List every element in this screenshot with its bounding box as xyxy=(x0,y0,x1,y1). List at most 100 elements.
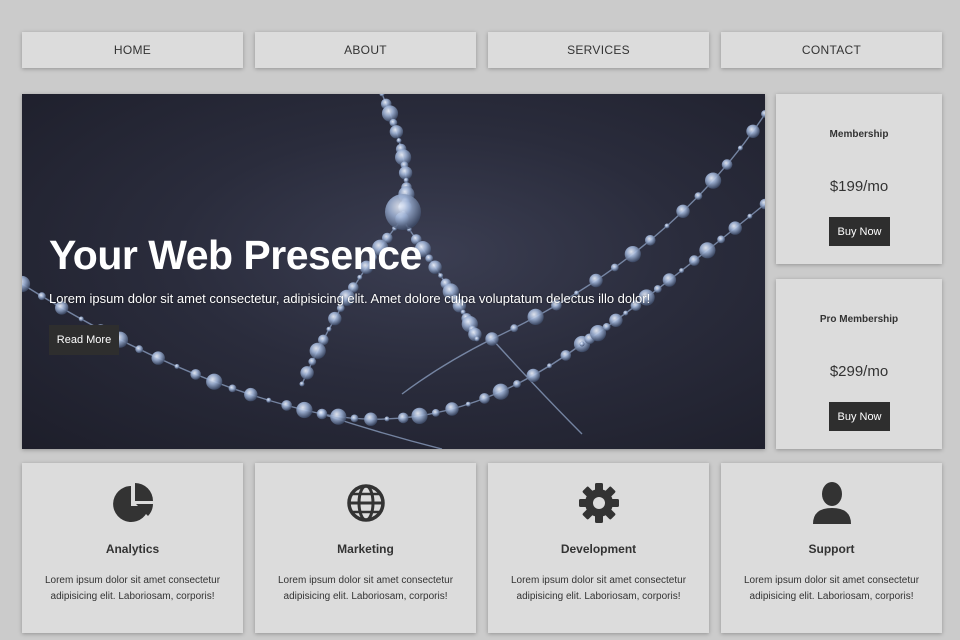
dewdrop xyxy=(78,316,84,322)
read-more-button[interactable]: Read More xyxy=(49,325,119,355)
dewdrop xyxy=(328,311,342,326)
dewdrop xyxy=(438,273,444,279)
feature-text: Lorem ipsum dolor sit amet consectetur a… xyxy=(44,575,221,602)
dewdrop xyxy=(309,342,326,359)
dewdrop xyxy=(300,366,314,380)
dewdrop xyxy=(425,254,434,263)
dewdrop xyxy=(653,285,662,293)
dewdrop xyxy=(761,110,765,118)
hero-text: Lorem ipsum dolor sit amet consectetur, … xyxy=(49,291,651,306)
pricing-title: Pro Membership xyxy=(819,314,899,325)
dewdrop xyxy=(244,387,258,402)
dewdrop xyxy=(206,373,223,390)
dewdrop xyxy=(547,363,552,369)
dewdrop xyxy=(22,275,31,293)
dewdrop xyxy=(381,105,399,122)
nav-item-services[interactable]: SERVICES xyxy=(488,32,709,68)
dewdrop xyxy=(403,177,409,183)
feature-text: Lorem ipsum dolor sit amet consectetur a… xyxy=(743,575,920,602)
dewdrop xyxy=(721,159,733,170)
dewdrop xyxy=(510,324,519,333)
dewdrop xyxy=(465,401,471,407)
dewdrop xyxy=(299,381,305,387)
dewdrop xyxy=(330,408,347,425)
dewdrop xyxy=(728,221,742,235)
nav-item-about[interactable]: ABOUT xyxy=(255,32,476,68)
nav-item-contact[interactable]: CONTACT xyxy=(721,32,942,68)
pricing-card-membership: Membership $199/mo Buy Now xyxy=(776,94,942,264)
dewdrop xyxy=(384,416,390,422)
dewdrop xyxy=(326,326,332,332)
dewdrop xyxy=(411,407,428,424)
dewdrop xyxy=(228,384,237,393)
feature-card-support: Support Lorem ipsum dolor sit amet conse… xyxy=(721,463,942,633)
dewdrop xyxy=(281,400,293,411)
dewdrop xyxy=(431,409,440,417)
gear-icon xyxy=(578,483,619,523)
hero-title: Your Web Presence xyxy=(49,232,422,278)
dewdrop xyxy=(747,213,753,219)
dewdrop xyxy=(645,235,656,246)
dewdrop xyxy=(662,273,677,287)
nav-item-label: HOME xyxy=(113,43,152,57)
hero-showcase: Your Web Presence Lorem ipsum dolor sit … xyxy=(22,94,765,449)
dewdrop xyxy=(485,332,499,346)
dewdrop xyxy=(389,125,404,139)
dewdrop xyxy=(492,383,509,400)
dewdrop xyxy=(589,273,603,288)
nav-item-label: ABOUT xyxy=(344,43,387,57)
dewdrop xyxy=(526,368,540,383)
dewdrop xyxy=(445,402,459,416)
dewdrop xyxy=(609,313,623,327)
dewdrop xyxy=(717,235,725,244)
pricing-price: $199/mo xyxy=(829,178,889,195)
dewdrop xyxy=(699,242,716,259)
nav-item-home[interactable]: HOME xyxy=(22,32,243,68)
globe-icon xyxy=(346,484,385,522)
dewdrop xyxy=(398,166,413,180)
dewdrop xyxy=(379,94,385,97)
dewdrop xyxy=(560,350,572,361)
dewdrop xyxy=(350,414,359,423)
dewdrop xyxy=(689,255,700,266)
dewdrop xyxy=(396,138,402,144)
pricing-price: $299/mo xyxy=(829,363,889,380)
dewdrop xyxy=(624,246,641,263)
feature-title: Marketing xyxy=(337,542,394,556)
pie-chart-icon xyxy=(112,483,153,522)
dewdrop xyxy=(151,351,165,365)
nav-item-label: SERVICES xyxy=(567,43,630,57)
feature-title: Development xyxy=(560,542,637,556)
dewdrop xyxy=(266,397,272,403)
dewdrop xyxy=(602,323,611,331)
dewdrop xyxy=(38,292,46,301)
pricing-title: Membership xyxy=(829,129,889,140)
dewdrop xyxy=(527,308,544,325)
feature-card-analytics: Analytics Lorem ipsum dolor sit amet con… xyxy=(22,463,243,633)
dewdrop xyxy=(623,310,629,316)
dewdrop xyxy=(664,223,670,229)
dewdrop xyxy=(694,192,703,200)
dewdrop xyxy=(135,345,144,354)
dewdrop xyxy=(296,401,313,419)
feature-text: Lorem ipsum dolor sit amet consectetur a… xyxy=(510,575,687,602)
dewdrop xyxy=(610,263,619,272)
dewdrop xyxy=(316,408,328,420)
dewdrop xyxy=(174,364,180,369)
nav-item-label: CONTACT xyxy=(801,43,862,57)
feature-title: Analytics xyxy=(105,542,160,556)
buy-now-button[interactable]: Buy Now xyxy=(829,402,890,431)
buy-now-button[interactable]: Buy Now xyxy=(829,217,890,246)
dewdrop xyxy=(737,145,743,151)
user-icon xyxy=(812,482,851,524)
dewdrop xyxy=(579,341,585,347)
dewdrop xyxy=(474,336,480,342)
dewdrop xyxy=(479,393,490,404)
dewdrop xyxy=(705,172,722,189)
dewdrop xyxy=(308,357,317,366)
pricing-card-pro-membership: Pro Membership $299/mo Buy Now xyxy=(776,279,942,449)
feature-card-development: Development Lorem ipsum dolor sit amet c… xyxy=(488,463,709,633)
feature-title: Support xyxy=(808,542,855,556)
feature-text: Lorem ipsum dolor sit amet consectetur a… xyxy=(277,575,454,602)
dewdrop xyxy=(190,369,201,380)
